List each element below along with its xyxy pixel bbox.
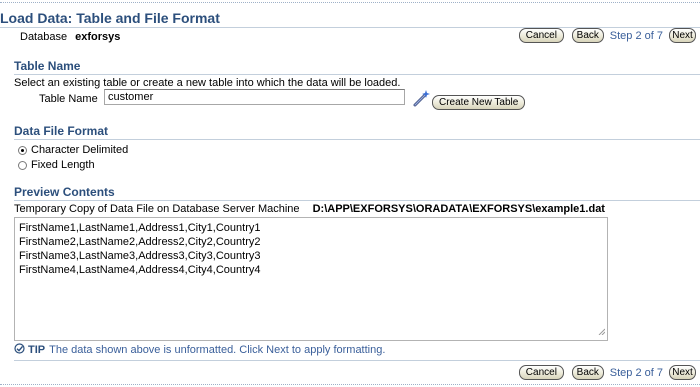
- database-value: exforsys: [75, 31, 121, 43]
- preview-line: FirstName3,LastName3,Address3,City3,Coun…: [19, 250, 261, 262]
- section-divider: [14, 200, 700, 201]
- bottom-navigation-bar: Cancel Back Step 2 of 7 Next: [518, 365, 696, 380]
- radio-unselected-indicator[interactable]: [18, 160, 27, 170]
- top-dotted-border: [0, 2, 700, 3]
- tip-text: The data shown above is unformatted. Cli…: [49, 344, 386, 356]
- bottom-divider: [14, 360, 700, 361]
- table-name-heading: Table Name: [14, 59, 81, 73]
- checkmark-circle-icon: [14, 343, 25, 357]
- database-info: Database exforsys: [20, 31, 120, 43]
- tip-row: TIP The data shown above is unformatted.…: [14, 343, 385, 357]
- database-label: Database: [20, 31, 68, 43]
- create-new-table-button[interactable]: Create New Table: [432, 95, 526, 110]
- section-divider: [14, 139, 700, 140]
- tip-label: TIP: [28, 344, 46, 356]
- cancel-button[interactable]: Cancel: [518, 28, 564, 43]
- radio-label: Fixed Length: [31, 159, 95, 171]
- next-button[interactable]: Next: [669, 365, 696, 380]
- data-file-location: Temporary Copy of Data File on Database …: [14, 203, 605, 215]
- table-name-label: Table Name: [39, 93, 98, 105]
- resize-grip-icon[interactable]: [598, 326, 606, 338]
- cancel-button[interactable]: Cancel: [518, 365, 564, 380]
- radio-selected-indicator[interactable]: [18, 145, 27, 155]
- data-file-format-heading: Data File Format: [14, 124, 109, 138]
- preview-contents-heading: Preview Contents: [14, 185, 115, 199]
- preview-textarea[interactable]: FirstName1,LastName1,Address1,City1,Coun…: [14, 217, 608, 341]
- top-navigation-bar: Cancel Back Step 2 of 7 Next: [518, 28, 696, 43]
- bottom-dotted-border: [0, 384, 700, 385]
- preview-line: FirstName2,LastName2,Address2,City2,Coun…: [19, 236, 261, 248]
- back-button[interactable]: Back: [571, 365, 604, 380]
- preview-line: FirstName1,LastName1,Address1,City1,Coun…: [19, 222, 261, 234]
- radio-character-delimited[interactable]: Character Delimited: [18, 144, 128, 156]
- step-indicator: Step 2 of 7: [609, 29, 663, 42]
- table-name-input[interactable]: [104, 89, 405, 105]
- back-button[interactable]: Back: [571, 28, 604, 43]
- preview-line: FirstName4,LastName4,Address4,City4,Coun…: [19, 264, 261, 276]
- section-divider: [14, 74, 700, 75]
- next-button[interactable]: Next: [669, 28, 696, 43]
- radio-label: Character Delimited: [31, 144, 129, 156]
- data-file-path: D:\APP\EXFORSYS\ORADATA\EXFORSYS\example…: [312, 203, 605, 215]
- magic-wand-icon[interactable]: [412, 88, 432, 111]
- radio-fixed-length[interactable]: Fixed Length: [18, 159, 95, 171]
- page-title: Load Data: Table and File Format: [0, 10, 220, 26]
- step-indicator: Step 2 of 7: [609, 366, 663, 379]
- table-name-instructions: Select an existing table or create a new…: [14, 77, 401, 89]
- data-file-label: Temporary Copy of Data File on Database …: [14, 203, 300, 215]
